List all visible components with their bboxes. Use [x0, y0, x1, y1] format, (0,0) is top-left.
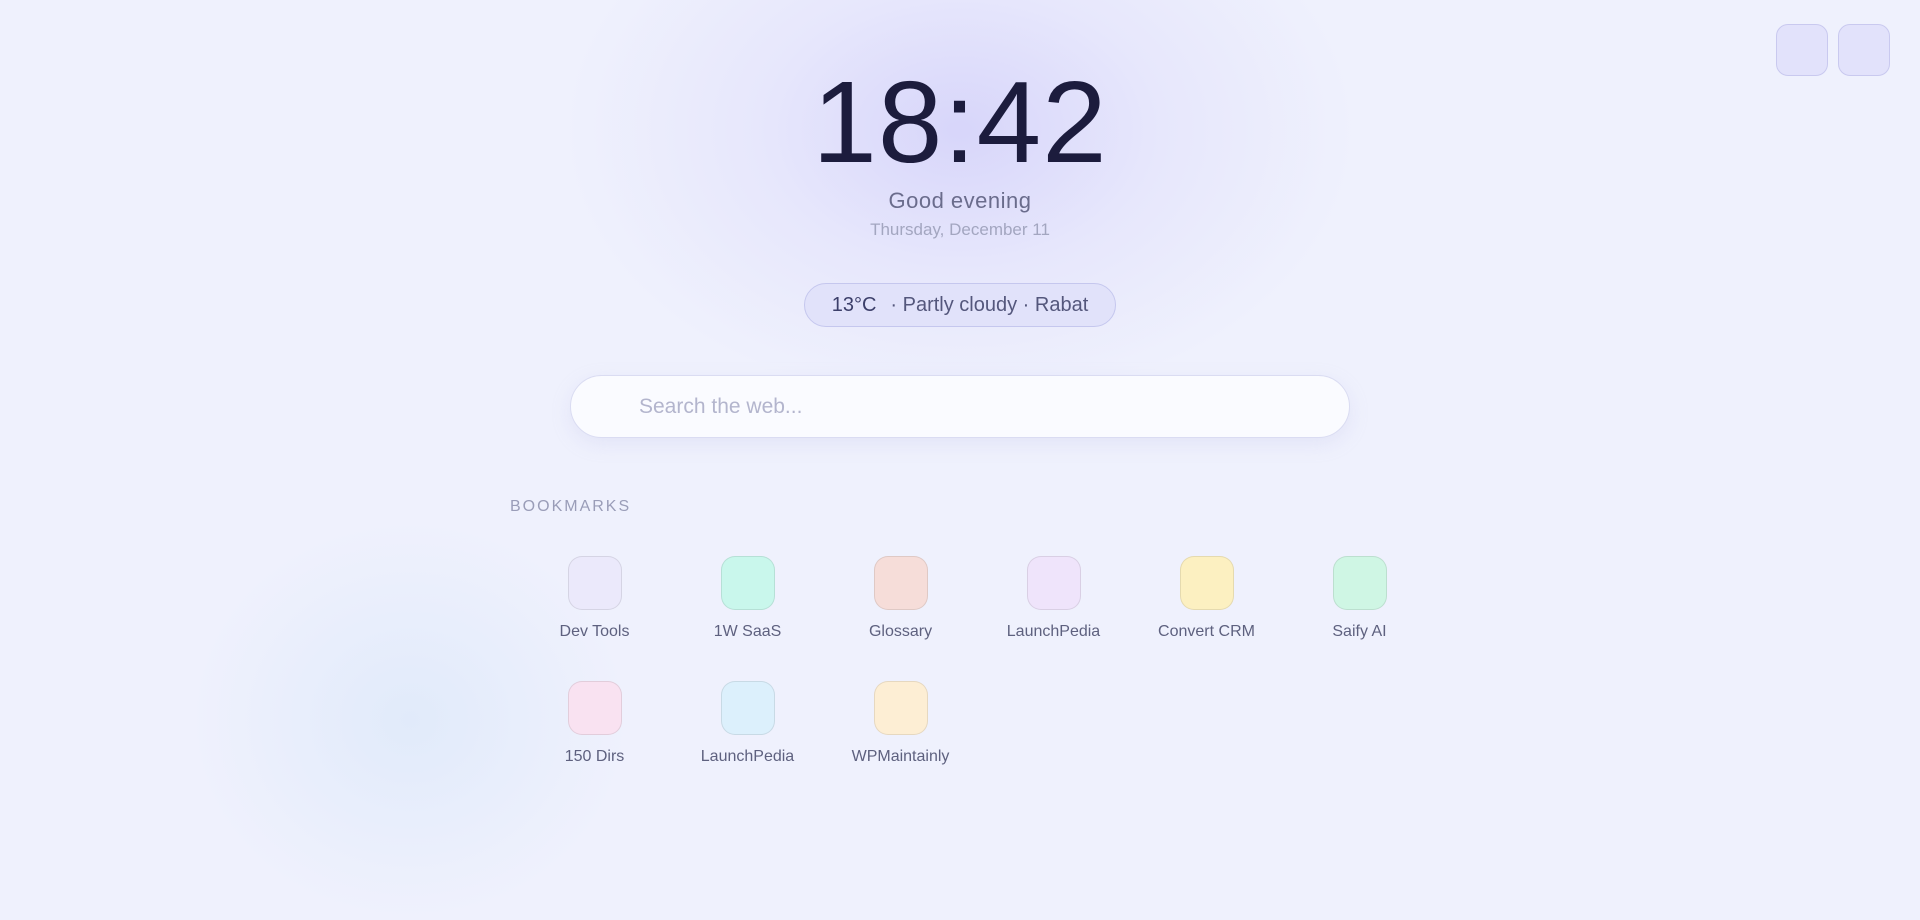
bookmarks-title: BOOKMARKS: [510, 498, 632, 515]
bookmark-icon: [567, 681, 622, 735]
bookmark-saify-ai[interactable]: Saify AI: [1283, 556, 1436, 641]
bookmark-label: LaunchPedia: [700, 748, 795, 765]
bookmarks-grid: Dev Tools 1W SaaS Glossary LaunchPedia C…: [518, 556, 1436, 766]
weather-pill[interactable]: 13°C · Partly cloudy · Rabat: [804, 283, 1116, 327]
weather-temperature: 13°C: [831, 293, 877, 316]
bookmark-wpmaintainly[interactable]: WPMaintainly: [824, 681, 977, 766]
bookmark-icon: [720, 681, 775, 735]
bookmark-dev-tools[interactable]: Dev Tools: [518, 556, 671, 641]
bookmark-label: Saify AI: [1332, 623, 1387, 640]
bookmark-label: Glossary: [868, 623, 933, 640]
bookmark-icon: [567, 556, 622, 610]
search-bar: [570, 375, 1350, 438]
bookmark-launchpedia-2[interactable]: LaunchPedia: [671, 681, 824, 766]
bookmark-label: WPMaintainly: [851, 748, 950, 765]
date: Thursday, December 11: [870, 220, 1050, 239]
bookmark-icon: [1026, 556, 1081, 610]
bookmark-convert-crm[interactable]: Convert CRM: [1130, 556, 1283, 641]
bookmark-icon: [720, 556, 775, 610]
bookmark-label: LaunchPedia: [1006, 623, 1101, 640]
bookmark-launchpedia[interactable]: LaunchPedia: [977, 556, 1130, 641]
bookmark-label: Dev Tools: [559, 623, 630, 640]
bookmark-label: Convert CRM: [1158, 623, 1255, 640]
bookmark-label: 150 Dirs: [564, 748, 625, 765]
bookmark-label: 1W SaaS: [713, 623, 782, 640]
bookmark-icon: [873, 681, 928, 735]
bookmark-icon: [1179, 556, 1234, 610]
bookmark-150-dirs[interactable]: 150 Dirs: [518, 681, 671, 766]
search-input[interactable]: [637, 393, 1321, 420]
weather-details: · Partly cloudy · Rabat: [890, 293, 1089, 316]
bookmark-icon: [1332, 556, 1387, 610]
greeting: Good evening: [888, 188, 1032, 213]
bookmark-1w-saas[interactable]: 1W SaaS: [671, 556, 824, 641]
bookmark-glossary[interactable]: Glossary: [824, 556, 977, 641]
bookmark-icon: [873, 556, 928, 610]
clock: 18:42: [812, 57, 1108, 187]
